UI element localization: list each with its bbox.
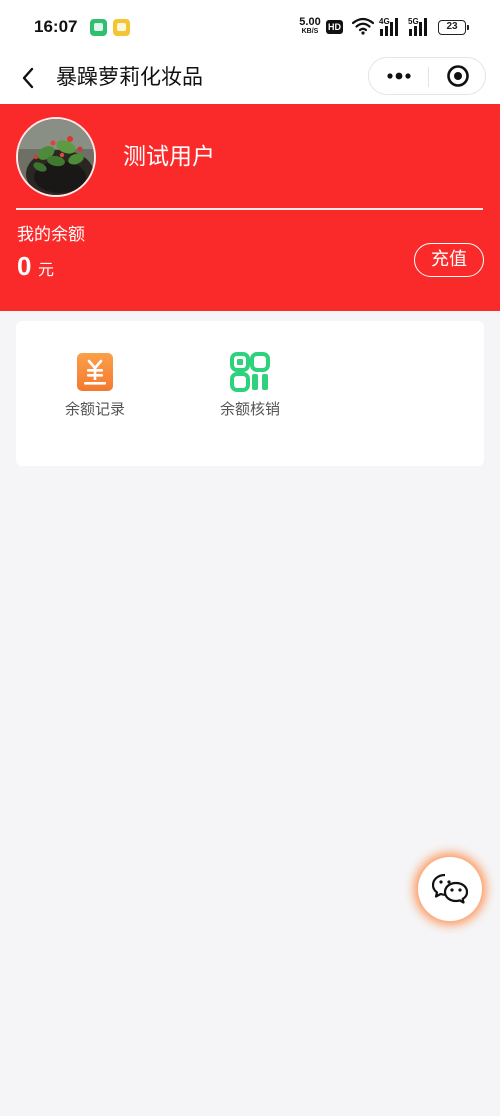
profile-header: 测试用户 我的余额 0 元 充值 bbox=[0, 104, 500, 311]
mini-program-capsule bbox=[368, 57, 486, 95]
network-speed-unit: KB/S bbox=[301, 28, 319, 35]
balance-verify-item[interactable]: 余额核销 bbox=[185, 321, 315, 466]
username: 测试用户 bbox=[123, 144, 215, 170]
nav-bar: 暴躁萝莉化妆品 bbox=[0, 55, 500, 104]
target-circle-icon bbox=[446, 65, 469, 87]
network-speed-value: 5.00 bbox=[299, 16, 321, 28]
signal-4g-label: 4G bbox=[379, 17, 390, 26]
header-divider bbox=[16, 208, 483, 210]
back-button[interactable] bbox=[13, 63, 43, 93]
balance-records-label: 余额记录 bbox=[64, 400, 125, 418]
signal-5g-label: 5G bbox=[408, 17, 419, 26]
wifi-icon bbox=[352, 17, 374, 35]
recharge-button[interactable]: 充值 bbox=[414, 243, 484, 277]
customer-service-button[interactable] bbox=[418, 857, 482, 921]
vpn-icon bbox=[113, 19, 130, 36]
balance-records-item[interactable]: 余额记录 bbox=[30, 321, 160, 466]
clock-time: 16:07 bbox=[34, 17, 78, 36]
signal-5g-icon: 5G bbox=[408, 17, 427, 36]
signal-4g-icon: 4G bbox=[379, 17, 398, 36]
balance-verify-label: 余额核销 bbox=[219, 400, 280, 418]
more-button[interactable] bbox=[369, 58, 428, 94]
chevron-left-icon bbox=[22, 67, 34, 89]
balance-value: 0 bbox=[17, 251, 32, 281]
app-root: 16:07 5.00 KB/S HD 4G 5G 23 暴躁萝莉化妆品 测试用户… bbox=[0, 0, 500, 1116]
balance-unit: 元 bbox=[38, 260, 55, 279]
close-mini-program-button[interactable] bbox=[429, 58, 486, 94]
balance-label: 我的余额 bbox=[17, 225, 85, 245]
avatar[interactable] bbox=[16, 117, 96, 197]
network-speed: 5.00 KB/S bbox=[297, 16, 323, 36]
page-title: 暴躁萝莉化妆品 bbox=[56, 65, 203, 89]
battery-icon: 23 bbox=[438, 20, 469, 35]
avatar-image bbox=[18, 119, 94, 195]
yuan-document-icon bbox=[77, 353, 113, 391]
status-bar: 16:07 5.00 KB/S HD 4G 5G 23 bbox=[0, 0, 500, 55]
message-icon bbox=[90, 19, 107, 36]
hd-badge: HD bbox=[326, 20, 343, 34]
qr-code-icon bbox=[230, 352, 270, 392]
wechat-chat-icon bbox=[432, 873, 468, 904]
menu-card: 余额记录 余额核销 bbox=[16, 321, 484, 466]
more-dots-icon bbox=[386, 72, 411, 80]
